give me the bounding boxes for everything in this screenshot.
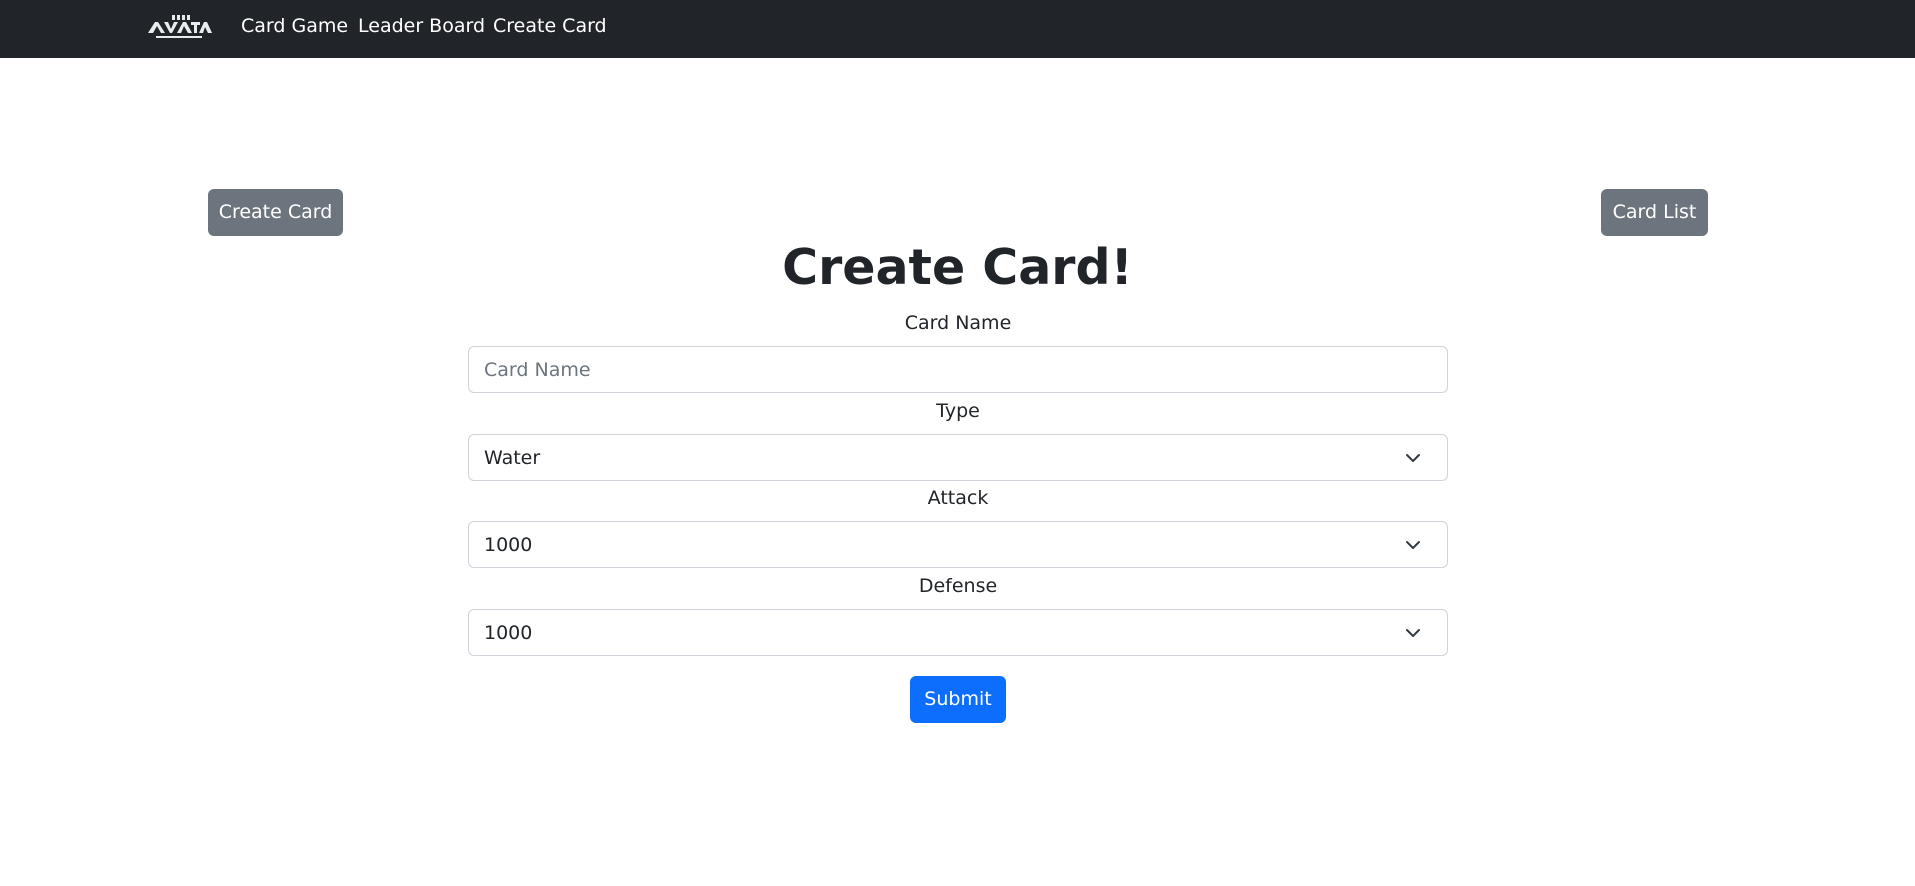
- attack-select[interactable]: 1000: [468, 521, 1448, 568]
- chevron-down-icon: [1405, 539, 1421, 551]
- card-name-input[interactable]: Card Name: [468, 346, 1448, 393]
- nav-link-create-card[interactable]: Create Card: [493, 14, 607, 38]
- chevron-down-icon: [1405, 627, 1421, 639]
- attack-selected-value: 1000: [484, 534, 533, 556]
- defense-selected-value: 1000: [484, 622, 533, 644]
- card-name-label: Card Name: [904, 312, 1012, 334]
- chevron-down-icon: [1405, 452, 1421, 464]
- card-name-placeholder: Card Name: [484, 359, 591, 381]
- page-title: Create Card!: [782, 239, 1133, 296]
- defense-select[interactable]: 1000: [468, 609, 1448, 656]
- avatar-logo-icon[interactable]: [146, 13, 212, 43]
- type-selected-value: Water: [484, 447, 541, 469]
- nav-link-leader-board[interactable]: Leader Board: [358, 14, 485, 38]
- card-list-button[interactable]: Card List: [1601, 189, 1708, 236]
- defense-label: Defense: [918, 575, 998, 597]
- create-card-button[interactable]: Create Card: [208, 189, 343, 236]
- nav-link-card-game[interactable]: Card Game: [241, 14, 348, 38]
- attack-label: Attack: [927, 487, 989, 509]
- type-select[interactable]: Water: [468, 434, 1448, 481]
- type-label: Type: [936, 400, 980, 422]
- submit-button[interactable]: Submit: [910, 676, 1006, 723]
- top-navbar: Card Game Leader Board Create Card: [0, 0, 1915, 58]
